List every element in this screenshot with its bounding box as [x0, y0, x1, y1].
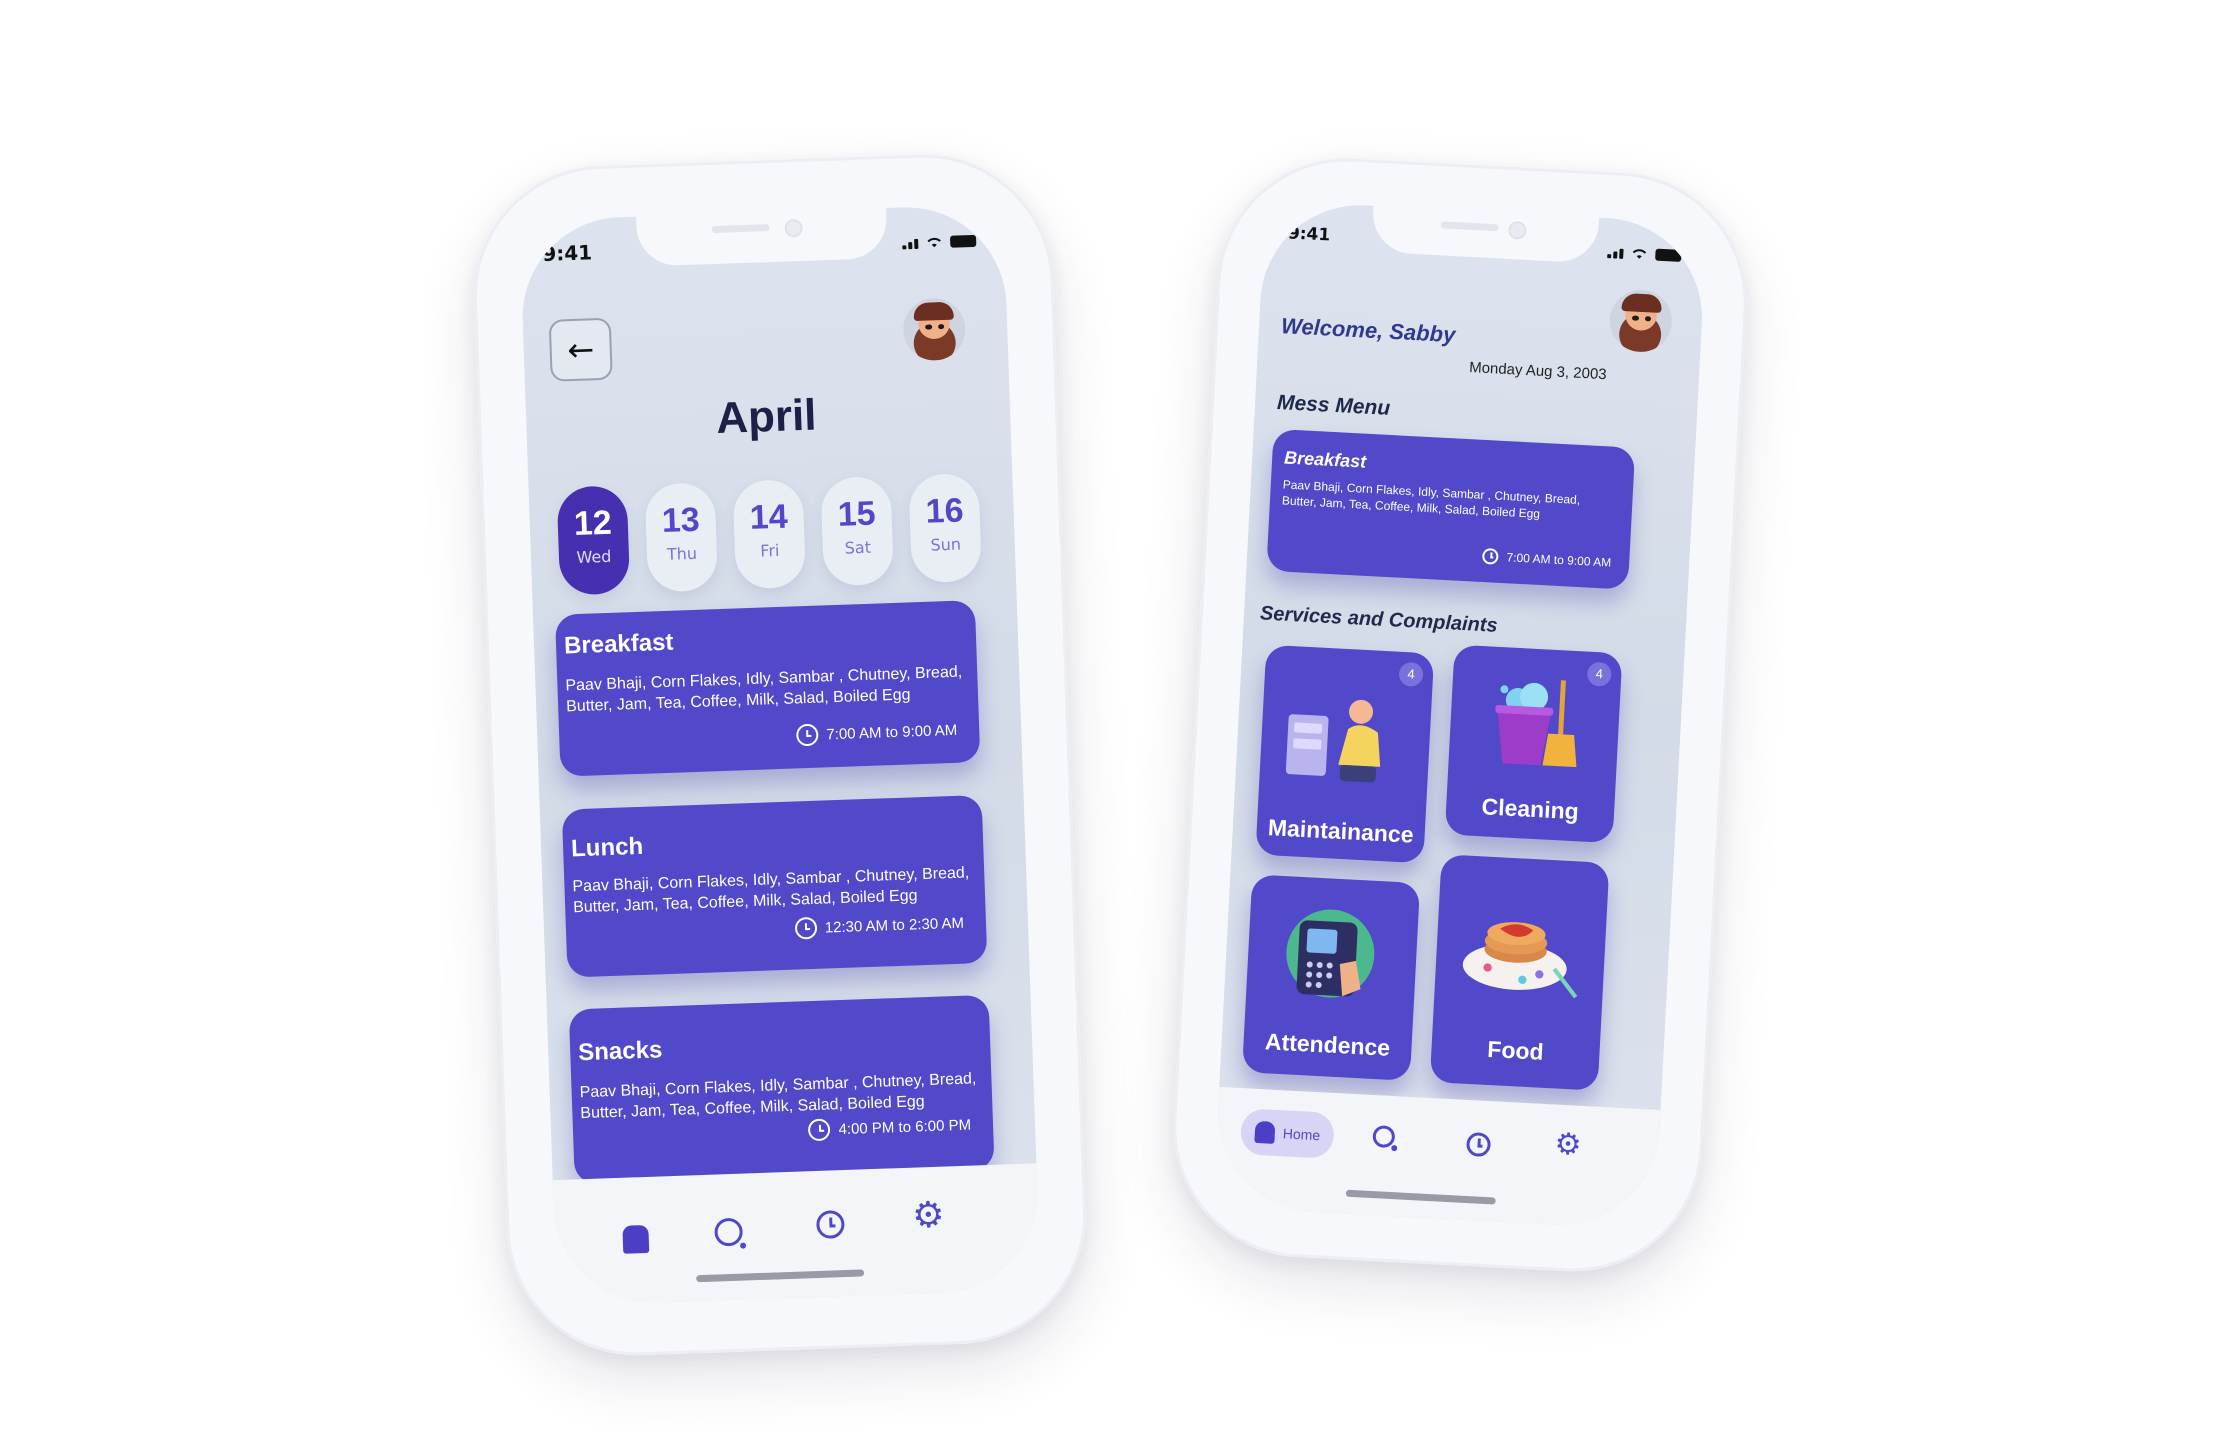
date-day: Wed — [576, 546, 612, 567]
date-pill-12[interactable]: 12 Wed — [556, 485, 631, 596]
date-pill-14[interactable]: 14 Fri — [732, 479, 807, 590]
meal-time-text: 12:30 AM to 2:30 AM — [824, 914, 965, 937]
meal-title: Breakfast — [1283, 447, 1367, 472]
date-day: Sun — [930, 534, 962, 555]
date-number: 16 — [925, 491, 965, 531]
clock-icon — [808, 1118, 831, 1142]
service-label: Attendence — [1264, 1028, 1391, 1061]
clock-icon — [1482, 547, 1500, 565]
home-indicator — [696, 1269, 865, 1283]
date-pill-15[interactable]: 15 Sat — [820, 475, 895, 587]
arrow-left-icon: ← — [566, 330, 595, 370]
bottom-nav: Home ⚙ — [1212, 1086, 1661, 1230]
meal-card-lunch[interactable]: Lunch Paav Bhaji, Corn Flakes, Idly, Sam… — [561, 794, 988, 978]
attendance-scanner-icon — [1286, 909, 1375, 998]
meal-items: Paav Bhaji, Corn Flakes, Idly, Sambar , … — [572, 864, 970, 917]
meal-card-snacks[interactable]: Snacks Paav Bhaji, Corn Flakes, Idly, Sa… — [568, 994, 995, 1185]
maintenance-illustration-icon — [1285, 699, 1381, 783]
nav-home-button[interactable]: Home — [1239, 1108, 1336, 1159]
signal-icon — [902, 238, 919, 250]
back-button[interactable]: ← — [548, 317, 613, 382]
battery-icon — [1655, 248, 1682, 262]
status-icons — [902, 234, 977, 250]
meal-time-text: 7:00 AM to 9:00 AM — [826, 721, 958, 743]
meal-items: Paav Bhaji, Corn Flakes, Idly, Sambar , … — [1281, 477, 1581, 521]
date-number: 13 — [661, 500, 701, 540]
service-label: Cleaning — [1481, 793, 1580, 825]
mess-menu-title: Mess Menu — [1276, 391, 1391, 420]
food-card[interactable]: Food — [1429, 854, 1610, 1091]
clock-icon[interactable] — [815, 1210, 845, 1240]
home-icon[interactable] — [622, 1224, 650, 1254]
nav-home-label: Home — [1282, 1125, 1321, 1144]
notch — [636, 205, 888, 267]
left-phone: 9:41 ← April 12 Wed 13 Thu 14 Fri 15 Sat — [469, 150, 1091, 1360]
status-time: 9:41 — [1287, 223, 1331, 246]
wifi-icon — [927, 237, 941, 248]
date-number: 12 — [573, 503, 613, 544]
meal-title: Breakfast — [563, 628, 674, 660]
attendance-card[interactable]: Attendence — [1242, 874, 1421, 1081]
clock-icon — [796, 723, 819, 747]
status-time: 9:41 — [541, 240, 593, 266]
home-indicator — [1345, 1189, 1496, 1205]
date-pill-13[interactable]: 13 Thu — [644, 482, 719, 593]
meal-title: Lunch — [570, 832, 644, 863]
search-icon[interactable] — [1372, 1125, 1396, 1149]
meal-items: Paav Bhaji, Corn Flakes, Idly, Sambar , … — [565, 663, 963, 716]
meal-time: 12:30 AM to 2:30 AM — [794, 912, 964, 940]
meal-time-text: 4:00 PM to 6:00 PM — [838, 1116, 972, 1138]
bottom-nav: ⚙ — [552, 1163, 1041, 1307]
right-phone: 9:41 Welcome, Sabby Monday Aug 3, 2003 M… — [1166, 151, 1754, 1279]
left-phone-screen: 9:41 ← April 12 Wed 13 Thu 14 Fri 15 Sat — [519, 203, 1041, 1307]
clock-icon[interactable] — [1465, 1131, 1492, 1158]
date-pill-16[interactable]: 16 Sun — [908, 472, 983, 584]
meal-card-breakfast[interactable]: Breakfast Paav Bhaji, Corn Flakes, Idly,… — [554, 600, 981, 777]
welcome-text: Welcome, Sabby — [1280, 313, 1456, 348]
right-phone-screen: 9:41 Welcome, Sabby Monday Aug 3, 2003 M… — [1212, 200, 1708, 1230]
cleaning-card[interactable]: 4 Cleaning — [1444, 644, 1623, 844]
page-title: April — [715, 390, 818, 444]
cleaning-bucket-icon — [1495, 680, 1577, 768]
avatar[interactable] — [1608, 288, 1674, 354]
gear-icon[interactable]: ⚙ — [911, 1195, 945, 1237]
meal-title: Snacks — [577, 1036, 663, 1067]
service-label: Maintainance — [1267, 814, 1415, 848]
mess-menu-breakfast-card[interactable]: Breakfast Paav Bhaji, Corn Flakes, Idly,… — [1266, 428, 1636, 590]
maintenance-card[interactable]: 4 Maintainance — [1255, 644, 1435, 864]
meal-time: 7:00 AM to 9:00 AM — [796, 719, 958, 747]
avatar[interactable] — [902, 297, 967, 362]
meal-time: 7:00 AM to 9:00 AM — [1482, 547, 1612, 571]
meal-time-text: 7:00 AM to 9:00 AM — [1506, 550, 1612, 570]
date-day: Sat — [844, 537, 872, 558]
wifi-icon — [1632, 249, 1647, 259]
date-day: Fri — [760, 540, 780, 561]
current-date: Monday Aug 3, 2003 — [1468, 359, 1608, 384]
home-icon — [1254, 1120, 1276, 1144]
date-day: Thu — [666, 543, 698, 564]
gear-icon[interactable]: ⚙ — [1554, 1127, 1583, 1163]
meal-time: 4:00 PM to 6:00 PM — [808, 1114, 971, 1142]
food-plate-icon — [1462, 922, 1578, 999]
battery-icon — [949, 234, 977, 248]
status-icons — [1607, 246, 1682, 262]
clock-icon — [794, 916, 818, 940]
notch — [1371, 203, 1600, 264]
date-number: 15 — [837, 494, 877, 534]
notification-badge: 4 — [1398, 661, 1424, 687]
service-label: Food — [1486, 1035, 1545, 1065]
services-title: Services and Complaints — [1259, 602, 1499, 637]
search-icon[interactable] — [714, 1217, 744, 1247]
date-number: 14 — [749, 497, 789, 537]
signal-icon — [1607, 248, 1624, 259]
